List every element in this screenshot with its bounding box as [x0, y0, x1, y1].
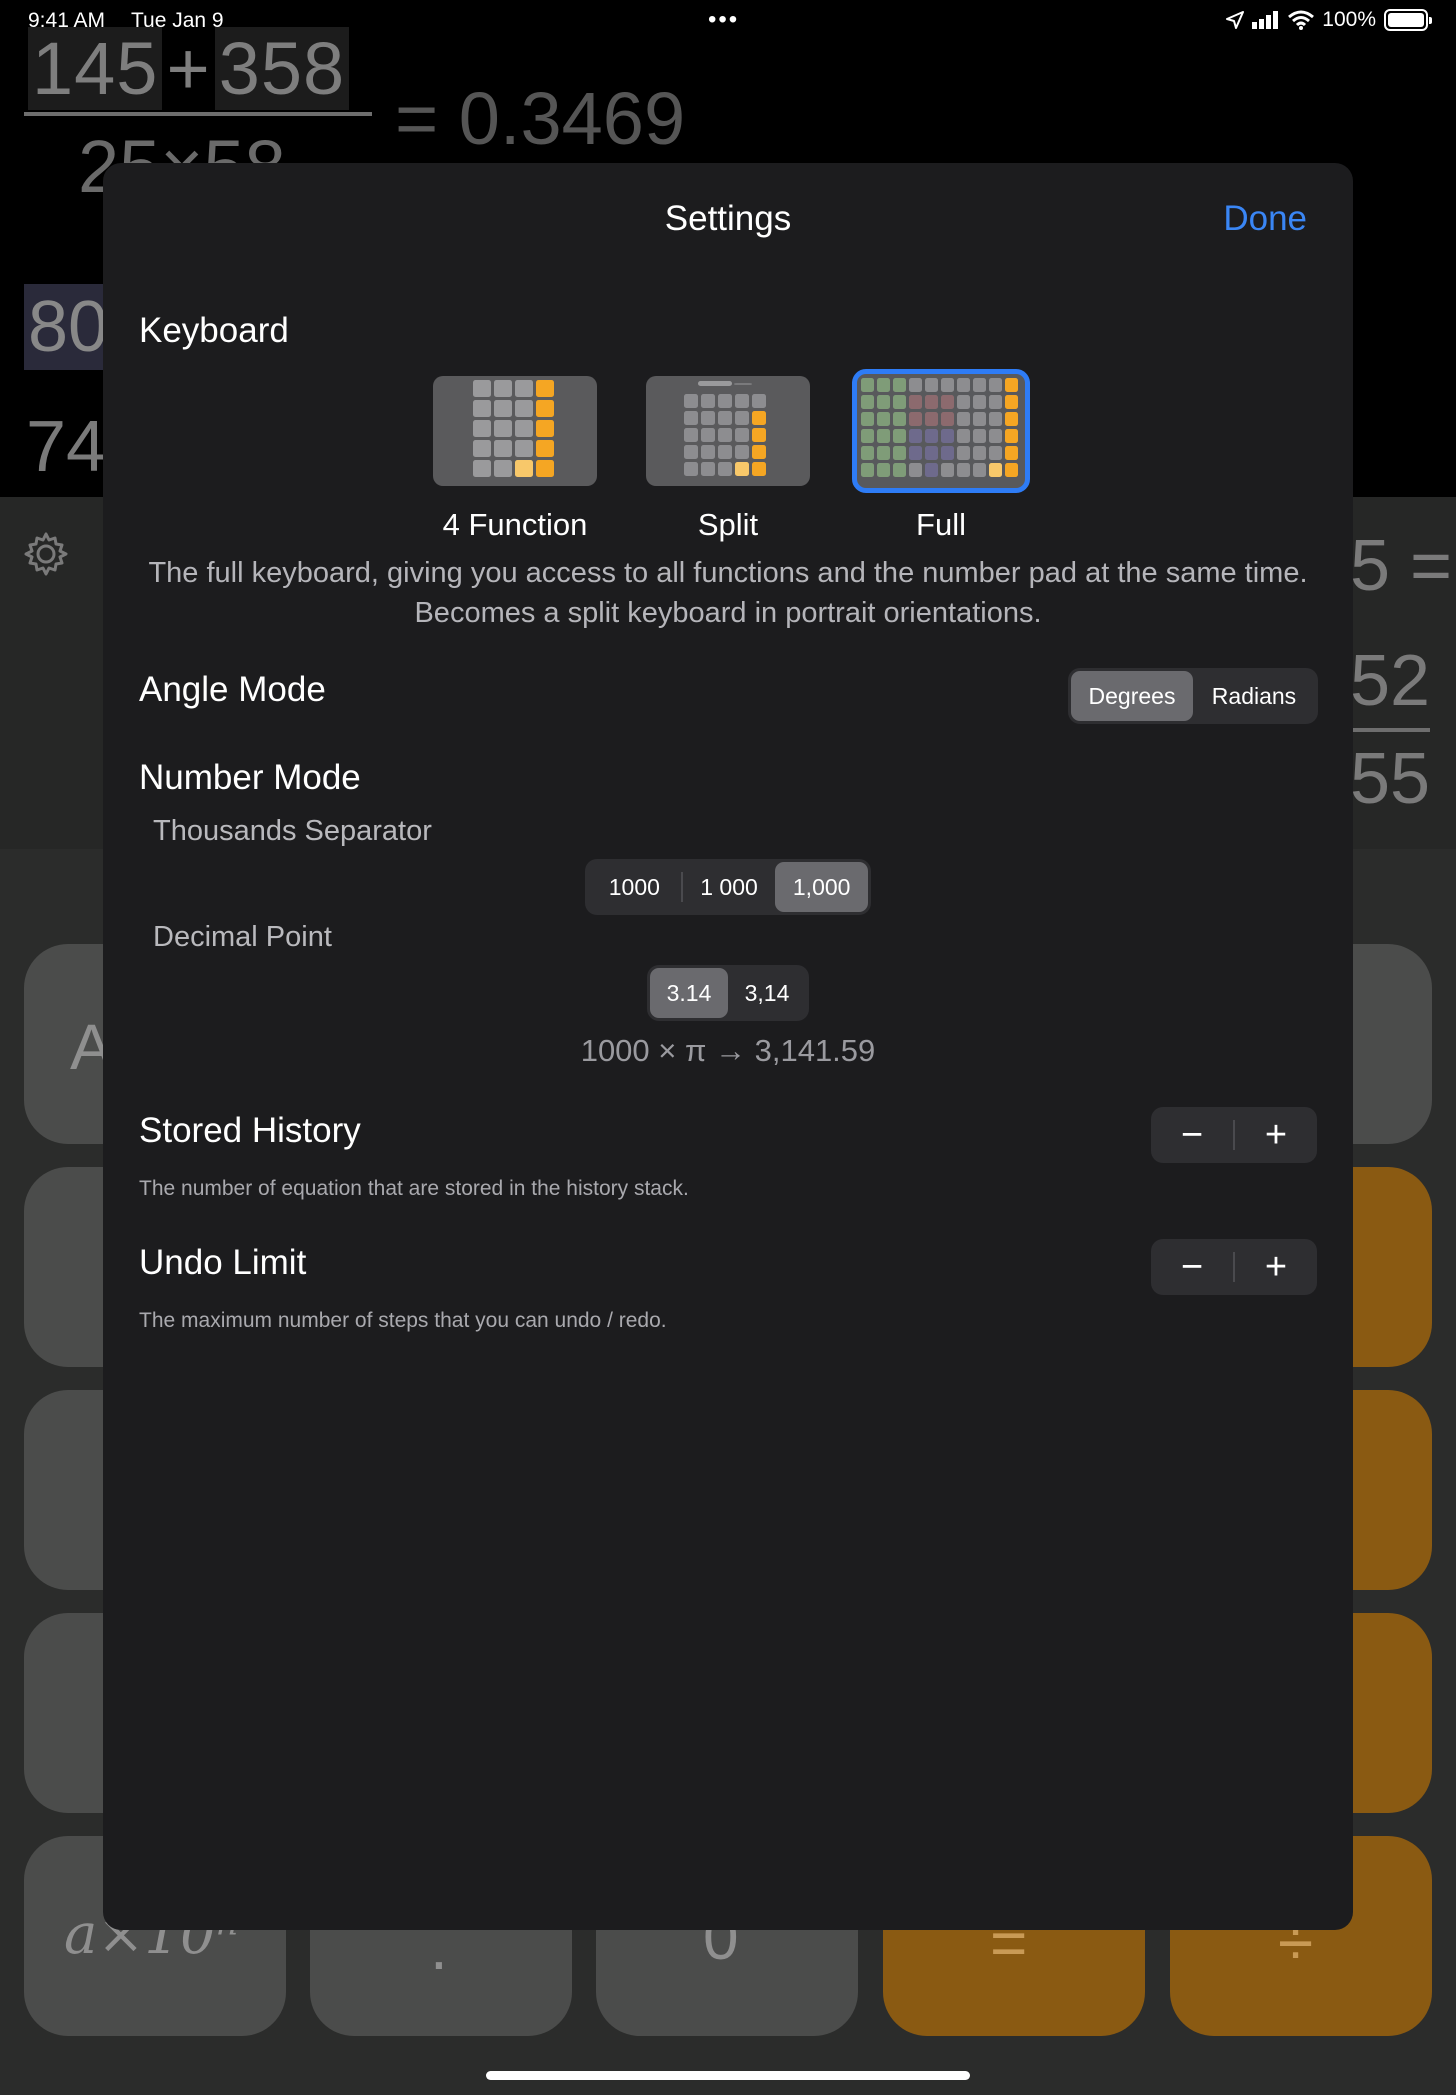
segment-3-point-14[interactable]: 3.14	[650, 968, 728, 1018]
stored-history-title: Stored History	[139, 1111, 361, 1150]
result: = 0.3469	[395, 77, 686, 160]
decrement-button[interactable]: −	[1151, 1239, 1233, 1295]
split-keyboard-icon	[684, 381, 766, 476]
angle-mode-segmented-control: Degrees Radians	[1068, 668, 1318, 724]
number-format-example: 1000 × π → 3,141.59	[580, 1033, 876, 1068]
decimal-point-label: Decimal Point	[153, 921, 332, 953]
done-button[interactable]: Done	[1223, 199, 1307, 239]
segment-1-000[interactable]: 1 000	[683, 862, 776, 912]
angle-mode-title: Angle Mode	[139, 670, 326, 709]
battery-percent: 100%	[1322, 8, 1376, 31]
keyboard-section-title: Keyboard	[139, 311, 289, 350]
number-mode-title: Number Mode	[139, 758, 361, 797]
status-indicators: 100%	[1226, 8, 1432, 32]
sheet-title: Settings	[664, 199, 792, 238]
segment-1-comma-000[interactable]: 1,000	[775, 862, 869, 912]
keyboard-option-full[interactable]	[852, 369, 1030, 493]
status-bar: 9:41 AM Tue Jan 9 ••• 100%	[0, 0, 1456, 42]
fraction-bar	[24, 112, 372, 116]
history-item: 55	[1350, 739, 1431, 819]
history-item: 80	[24, 284, 108, 370]
status-time: 9:41 AM	[28, 9, 106, 32]
thousands-separator-label: Thousands Separator	[153, 815, 432, 847]
fraction-bar	[1350, 728, 1430, 732]
history-item: 52	[1350, 641, 1431, 721]
home-indicator[interactable]	[486, 2071, 970, 2080]
keyboard-option-label: Split	[697, 507, 759, 542]
multitasking-dots[interactable]: •••	[708, 6, 739, 34]
undo-limit-title: Undo Limit	[139, 1243, 307, 1282]
stored-history-caption: The number of equation that are stored i…	[139, 1177, 689, 1200]
history-item: 5 =	[1350, 526, 1453, 606]
cellular-signal-icon	[1252, 11, 1279, 29]
keyboard-option-split[interactable]	[646, 376, 810, 486]
wifi-icon	[1288, 10, 1315, 30]
segment-radians[interactable]: Radians	[1193, 671, 1315, 721]
increment-button[interactable]: +	[1235, 1239, 1317, 1295]
history-item: 74	[26, 407, 107, 487]
gear-icon	[24, 532, 68, 576]
segment-degrees[interactable]: Degrees	[1071, 671, 1193, 721]
full-keyboard-icon	[861, 378, 1018, 477]
keyboard-option-4-function[interactable]	[433, 376, 597, 486]
location-arrow-icon	[1226, 11, 1245, 29]
keyboard-option-label: 4 Function	[442, 507, 588, 542]
undo-limit-caption: The maximum number of steps that you can…	[139, 1309, 667, 1332]
thousands-separator-segmented-control: 1000 1 000 1,000	[585, 859, 871, 915]
segment-1000[interactable]: 1000	[588, 862, 681, 912]
increment-button[interactable]: +	[1235, 1107, 1317, 1163]
decimal-point-segmented-control: 3.14 3,14	[647, 965, 809, 1021]
undo-limit-stepper: − +	[1151, 1239, 1317, 1295]
segment-3-comma-14[interactable]: 3,14	[728, 968, 806, 1018]
status-date: Tue Jan 9	[131, 9, 224, 32]
keyboard-option-label: Full	[916, 507, 966, 542]
battery-icon	[1384, 9, 1432, 31]
settings-sheet: Settings Done Keyboard 4 Function Split …	[103, 163, 1353, 1930]
four-function-keyboard-icon	[473, 380, 554, 477]
decrement-button[interactable]: −	[1151, 1107, 1233, 1163]
stored-history-stepper: − +	[1151, 1107, 1317, 1163]
keyboard-description: The full keyboard, giving you access to …	[148, 557, 1308, 629]
